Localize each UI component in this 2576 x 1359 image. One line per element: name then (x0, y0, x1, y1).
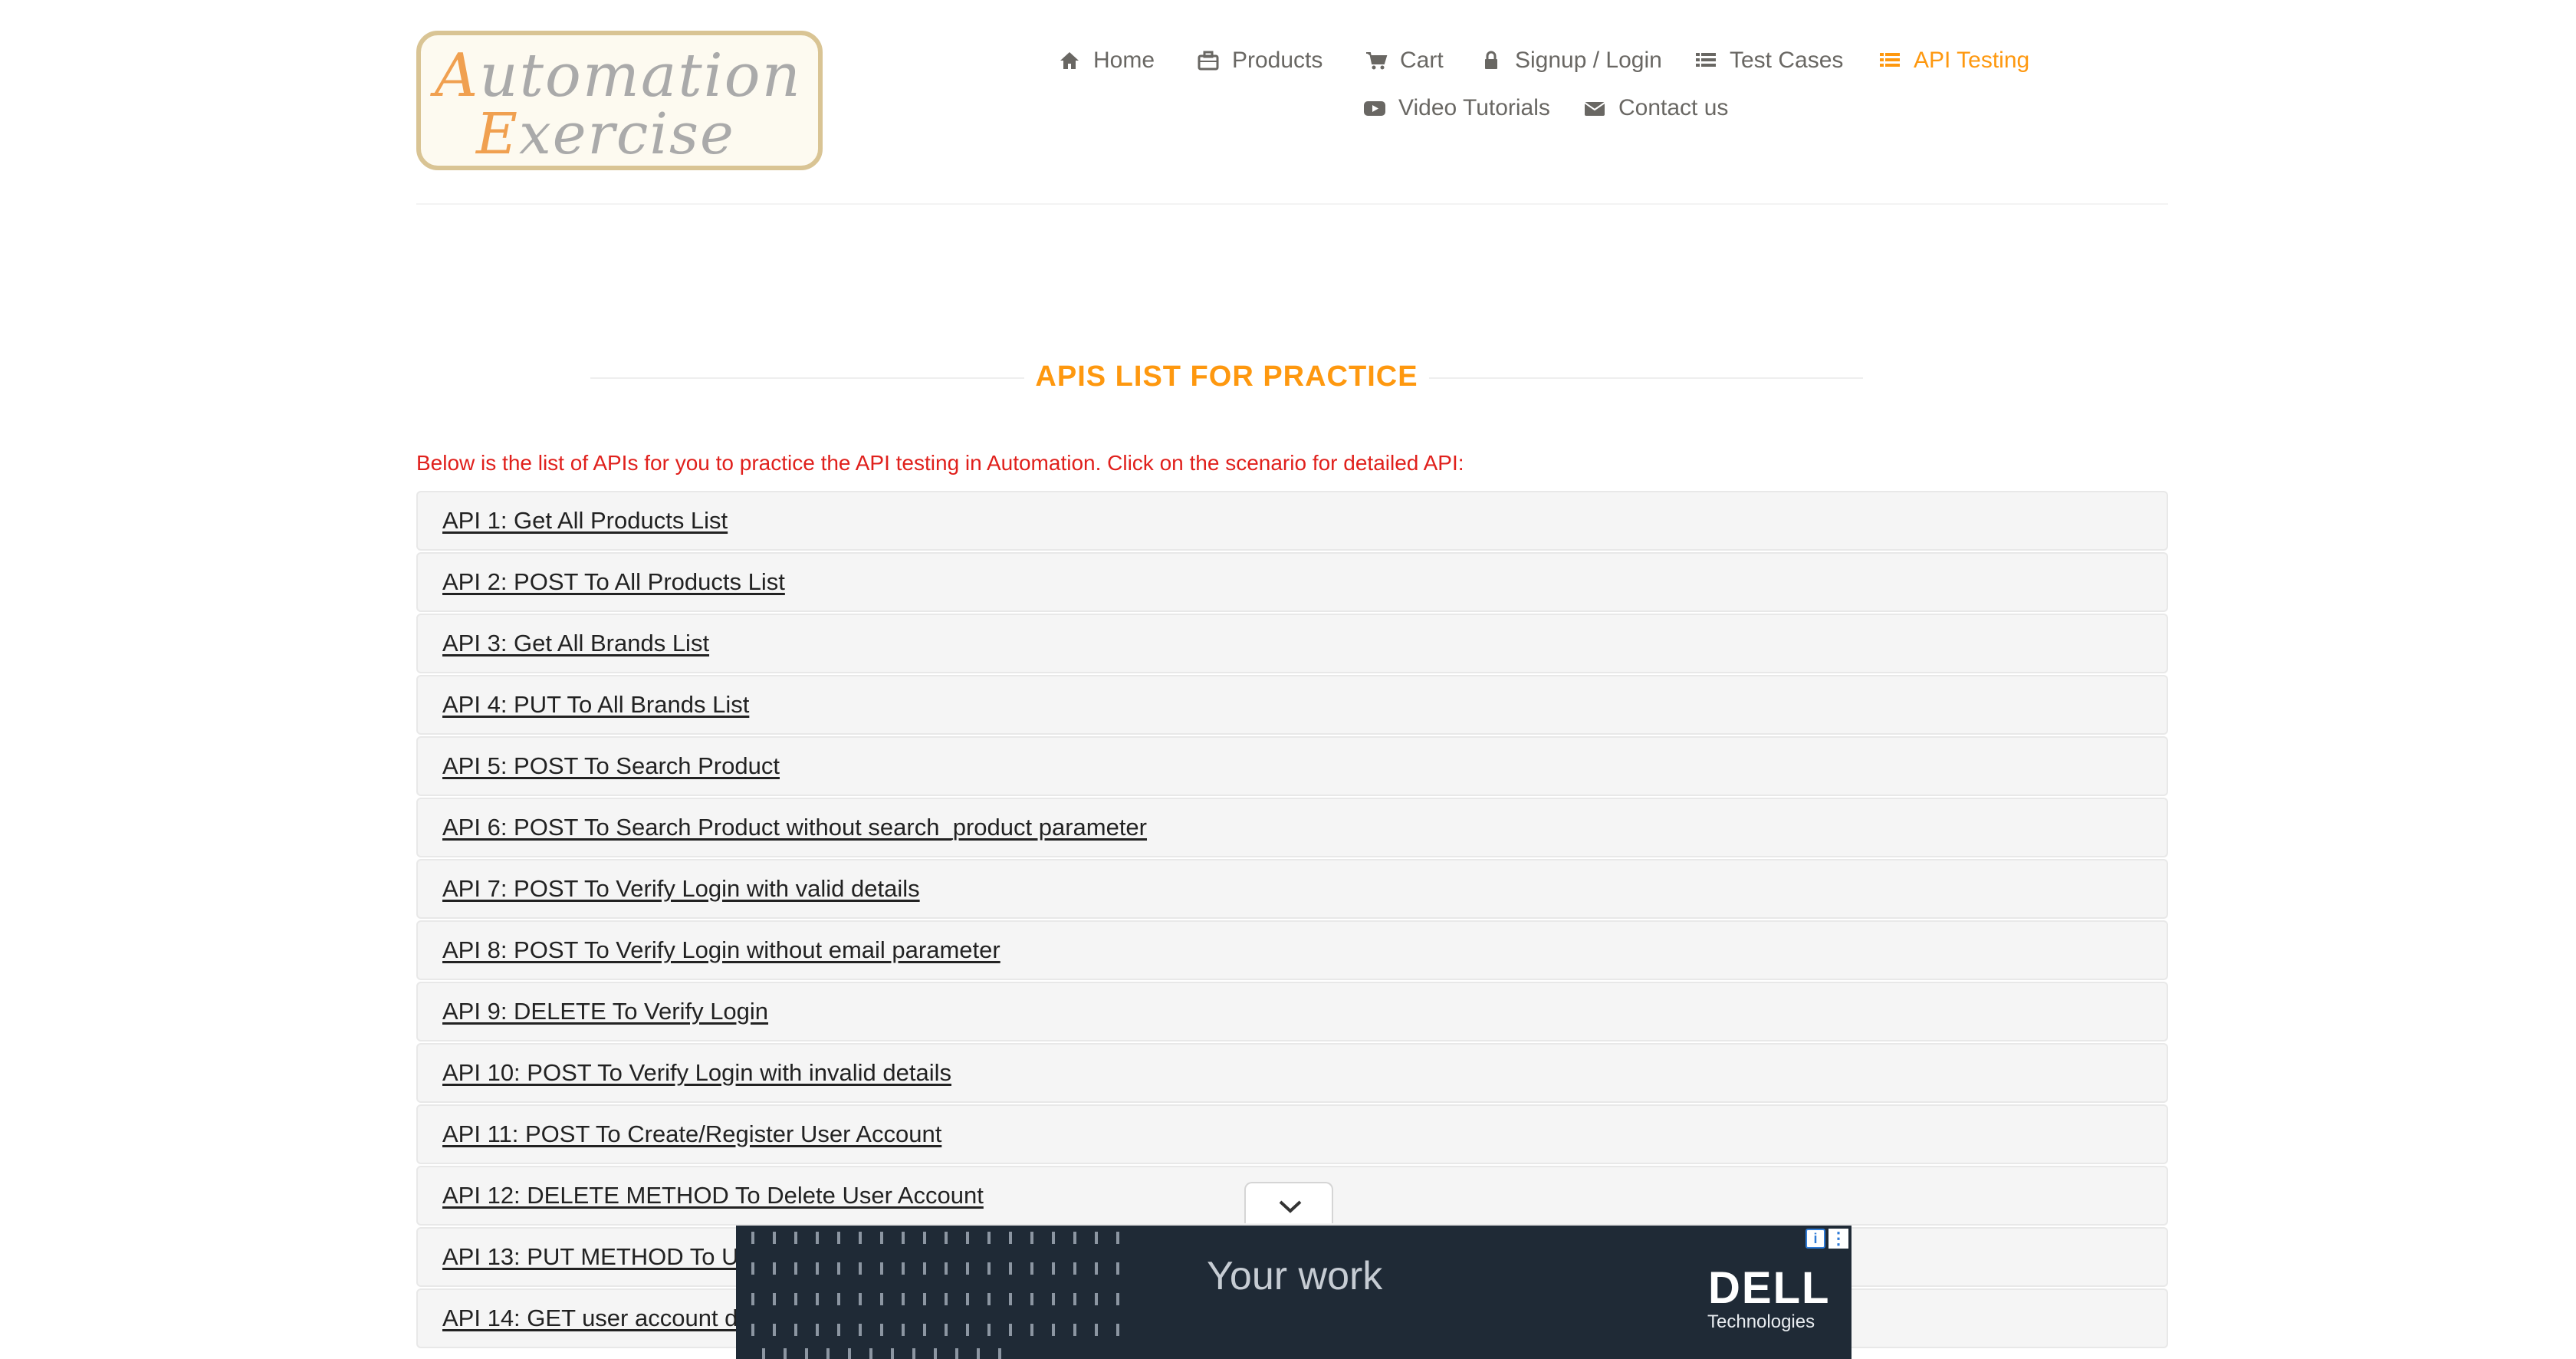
nav-signup-login-label: Signup / Login (1515, 48, 1662, 73)
nav-test-cases-label: Test Cases (1730, 48, 1844, 73)
youtube-play-icon (1364, 101, 1385, 116)
cart-icon (1366, 52, 1388, 70)
briefcase-icon (1198, 51, 1219, 71)
intro-text: Below is the list of APIs for you to pra… (416, 451, 1464, 475)
api-row[interactable]: API 11: POST To Create/Register User Acc… (416, 1104, 2168, 1164)
api-row[interactable]: API 8: POST To Verify Login without emai… (416, 920, 2168, 980)
api-link[interactable]: API 6: POST To Search Product without se… (442, 814, 1147, 841)
dell-logo: DELL (1708, 1263, 1831, 1313)
api-link[interactable]: API 10: POST To Verify Login with invali… (442, 1059, 951, 1087)
nav-products-label: Products (1232, 48, 1323, 73)
api-link[interactable]: API 11: POST To Create/Register User Acc… (442, 1120, 941, 1148)
nav-cart-label: Cart (1400, 48, 1444, 73)
section-title: APIS LIST FOR PRACTICE (590, 354, 1863, 400)
api-row[interactable]: API 3: Get All Brands List (416, 614, 2168, 673)
api-link[interactable]: API 4: PUT To All Brands List (442, 691, 749, 719)
info-icon[interactable]: i (1806, 1229, 1825, 1249)
api-link[interactable]: API 2: POST To All Products List (442, 568, 785, 596)
header-divider (416, 203, 2168, 205)
ad-headline: Your work (1207, 1254, 1383, 1298)
nav-api-testing-label: API Testing (1914, 48, 2030, 73)
nav-contact-us[interactable]: Contact us (1583, 87, 1728, 129)
nav-home-label: Home (1093, 48, 1155, 73)
nav-signup-login[interactable]: Signup / Login (1480, 40, 1662, 81)
nav-products[interactable]: Products (1197, 40, 1322, 81)
nav-contact-us-label: Contact us (1618, 95, 1729, 120)
home-icon (1060, 52, 1079, 69)
logo-line-1: Automation (435, 41, 802, 110)
api-row[interactable]: API 6: POST To Search Product without se… (416, 798, 2168, 857)
site-header: Automation Exercise Home Products Cart S… (0, 0, 2576, 205)
logo-line-2: Exercise (476, 101, 735, 167)
list-icon (1696, 53, 1716, 67)
ad-banner[interactable]: Your work DELL Technologies i ⋮ (736, 1226, 1852, 1359)
nav-test-cases[interactable]: Test Cases (1694, 40, 1843, 81)
list-icon (1880, 53, 1900, 67)
api-row[interactable]: API 9: DELETE To Verify Login (416, 982, 2168, 1041)
api-row[interactable]: API 2: POST To All Products List (416, 552, 2168, 612)
kebab-menu-icon[interactable]: ⋮ (1829, 1229, 1848, 1249)
lock-icon (1485, 51, 1497, 69)
api-row[interactable]: API 1: Get All Products List (416, 491, 2168, 551)
chevron-down-icon (1279, 1200, 1302, 1213)
nav-api-testing[interactable]: API Testing (1878, 40, 2029, 81)
api-row[interactable]: API 4: PUT To All Brands List (416, 675, 2168, 735)
api-row[interactable]: API 5: POST To Search Product (416, 736, 2168, 796)
api-link[interactable]: API 12: DELETE METHOD To Delete User Acc… (442, 1182, 984, 1209)
nav-video-tutorials[interactable]: Video Tutorials (1363, 87, 1550, 129)
api-link[interactable]: API 5: POST To Search Product (442, 752, 780, 780)
ad-collapse-button[interactable] (1244, 1182, 1333, 1223)
nav-video-tutorials-label: Video Tutorials (1398, 95, 1550, 120)
api-link[interactable]: API 9: DELETE To Verify Login (442, 998, 768, 1025)
envelope-icon (1584, 102, 1605, 116)
api-link[interactable]: API 1: Get All Products List (442, 507, 728, 535)
api-row[interactable]: API 7: POST To Verify Login with valid d… (416, 859, 2168, 919)
nav-cart[interactable]: Cart (1365, 40, 1444, 81)
ad-pattern (751, 1232, 1119, 1359)
api-link[interactable]: API 7: POST To Verify Login with valid d… (442, 875, 920, 903)
site-logo[interactable]: Automation Exercise (416, 31, 823, 170)
api-link[interactable]: API 8: POST To Verify Login without emai… (442, 936, 1001, 964)
page-title: APIS LIST FOR PRACTICE (1024, 360, 1429, 393)
api-row[interactable]: API 10: POST To Verify Login with invali… (416, 1043, 2168, 1103)
api-link[interactable]: API 3: Get All Brands List (442, 630, 709, 657)
nav-home[interactable]: Home (1058, 40, 1155, 81)
dell-logo-subtitle: Technologies (1707, 1311, 1815, 1332)
